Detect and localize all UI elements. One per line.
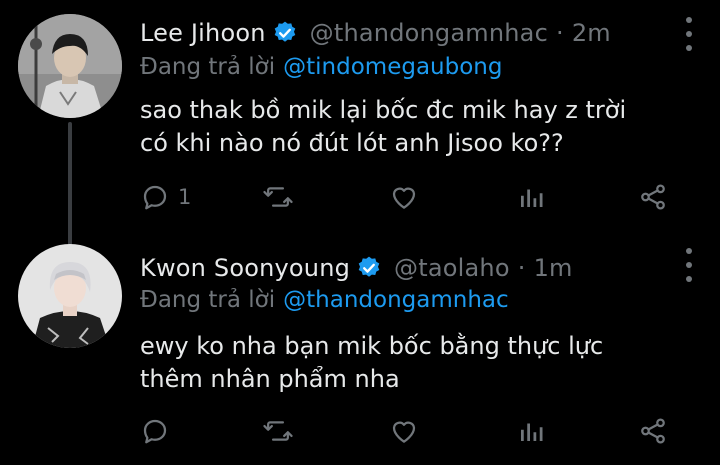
share-icon bbox=[641, 184, 665, 210]
separator-dot: · bbox=[517, 254, 526, 282]
reply-button[interactable] bbox=[140, 414, 178, 448]
reply-count: 1 bbox=[178, 185, 192, 209]
retweet-button[interactable] bbox=[262, 414, 294, 448]
like-button[interactable] bbox=[388, 414, 420, 448]
replying-to: Đang trả lời @thandongamnhac bbox=[140, 283, 509, 317]
timestamp[interactable]: 1m bbox=[534, 254, 573, 282]
reply-button[interactable]: 1 bbox=[140, 180, 191, 214]
like-icon bbox=[392, 187, 416, 209]
tweet-text: ewy ko nha bạn mik bốc bằng thực lực thê… bbox=[140, 330, 700, 396]
reply-icon bbox=[143, 419, 167, 444]
action-bar: 1 bbox=[140, 180, 685, 214]
tweet-text-line: sao thak bồ mik lại bốc đc mik hay z trờ… bbox=[140, 96, 627, 124]
replying-to-mention[interactable]: @thandongamnhac bbox=[283, 287, 509, 313]
tweet-text: sao thak bồ mik lại bốc đc mik hay z trờ… bbox=[140, 94, 700, 160]
avatar[interactable] bbox=[18, 14, 122, 118]
share-button[interactable] bbox=[638, 180, 668, 214]
reply-icon bbox=[143, 185, 167, 210]
more-icon[interactable] bbox=[684, 17, 694, 51]
tweet-text-line: thêm nhân phẩm nha bbox=[140, 365, 400, 393]
like-button[interactable] bbox=[388, 180, 420, 214]
thread-connector-line bbox=[68, 122, 72, 254]
tweet[interactable]: Lee Jihoon @thandongamnhac · 2m Đang trả… bbox=[0, 0, 720, 254]
retweet-button[interactable] bbox=[262, 180, 294, 214]
replying-to-label: Đang trả lời bbox=[140, 54, 276, 80]
views-icon bbox=[521, 189, 543, 207]
avatar[interactable] bbox=[18, 244, 122, 348]
views-button[interactable] bbox=[516, 180, 546, 214]
tweet-text-line: ewy ko nha bạn mik bốc bằng thực lực bbox=[140, 332, 604, 360]
share-button[interactable] bbox=[638, 414, 668, 448]
share-icon bbox=[641, 418, 665, 444]
retweet-icon bbox=[263, 187, 293, 207]
separator-dot: · bbox=[555, 19, 564, 47]
tweet-header: Kwon Soonyoung @taolaho · 1m bbox=[140, 248, 573, 288]
more-icon[interactable] bbox=[684, 248, 694, 282]
action-bar bbox=[140, 414, 685, 448]
tweet-header: Lee Jihoon @thandongamnhac · 2m bbox=[140, 13, 611, 53]
like-icon bbox=[392, 421, 416, 443]
author-name[interactable]: Lee Jihoon bbox=[140, 19, 266, 47]
author-name[interactable]: Kwon Soonyoung bbox=[140, 254, 350, 282]
replying-to-label: Đang trả lời bbox=[140, 287, 276, 313]
replying-to-mention[interactable]: @tindomegaubong bbox=[283, 54, 502, 80]
replying-to: Đang trả lời @tindomegaubong bbox=[140, 50, 502, 84]
timestamp[interactable]: 2m bbox=[572, 19, 611, 47]
tweet-text-line: có khi nào nó đút lót anh Jisoo ko?? bbox=[140, 129, 564, 157]
author-handle[interactable]: @taolaho bbox=[394, 254, 510, 282]
views-button[interactable] bbox=[516, 414, 546, 448]
verified-badge-icon bbox=[356, 255, 382, 281]
views-icon bbox=[521, 423, 543, 441]
author-handle[interactable]: @thandongamnhac bbox=[310, 19, 548, 47]
verified-badge-icon bbox=[272, 20, 298, 46]
retweet-icon bbox=[263, 421, 293, 441]
tweet[interactable]: Kwon Soonyoung @taolaho · 1m Đang trả lờ… bbox=[0, 240, 720, 465]
